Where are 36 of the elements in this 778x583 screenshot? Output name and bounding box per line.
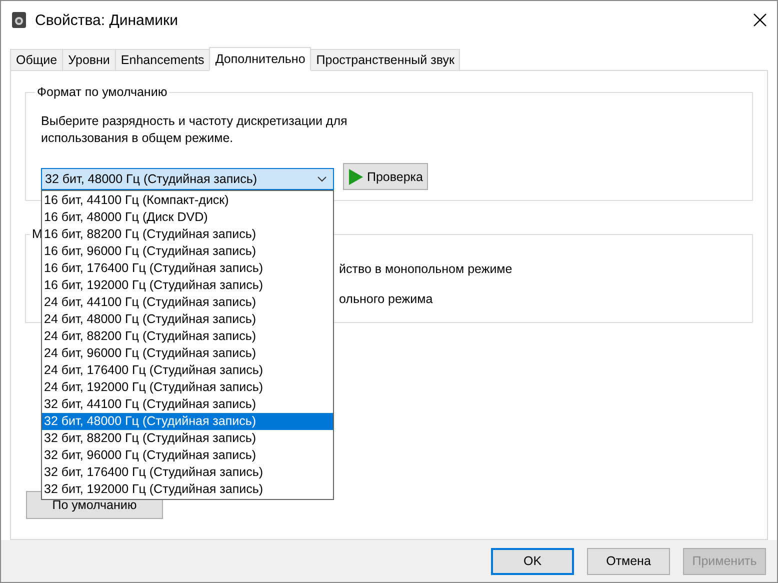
tab[interactable]: Пространственный звук bbox=[310, 49, 460, 70]
dropdown-option[interactable]: 32 бит, 96000 Гц (Студийная запись) bbox=[42, 447, 333, 464]
dropdown-option[interactable]: 16 бит, 88200 Гц (Студийная запись) bbox=[42, 226, 333, 243]
test-button[interactable]: Проверка bbox=[343, 163, 428, 190]
dialog-button[interactable]: OK bbox=[491, 548, 574, 574]
dropdown-option[interactable]: 24 бит, 96000 Гц (Студийная запись) bbox=[42, 345, 333, 362]
dropdown-option[interactable]: 32 бит, 88200 Гц (Студийная запись) bbox=[42, 430, 333, 447]
dialog-button[interactable]: Отмена bbox=[587, 548, 670, 574]
dropdown-option[interactable]: 24 бит, 176400 Гц (Студийная запись) bbox=[42, 362, 333, 379]
dropdown-option[interactable]: 32 бит, 48000 Гц (Студийная запись) bbox=[42, 413, 333, 430]
dropdown-option[interactable]: 24 бит, 88200 Гц (Студийная запись) bbox=[42, 328, 333, 345]
dropdown-option[interactable]: 24 бит, 44100 Гц (Студийная запись) bbox=[42, 294, 333, 311]
option-label: йство в монопольном режиме bbox=[339, 261, 514, 278]
format-dropdown[interactable]: 32 бит, 48000 Гц (Студийная запись) bbox=[41, 168, 334, 190]
tab[interactable]: Enhancements bbox=[114, 49, 210, 70]
dropdown-option[interactable]: 24 бит, 192000 Гц (Студийная запись) bbox=[42, 379, 333, 396]
group-title: Формат по умолчанию bbox=[36, 85, 168, 99]
tab[interactable]: Уровни bbox=[62, 49, 116, 70]
dropdown-option[interactable]: 16 бит, 96000 Гц (Студийная запись) bbox=[42, 243, 333, 260]
window-title: Свойства: Динамики bbox=[35, 12, 179, 28]
dropdown-option[interactable]: 32 бит, 176400 Гц (Студийная запись) bbox=[42, 464, 333, 481]
play-icon bbox=[348, 168, 364, 186]
speaker-icon bbox=[11, 11, 27, 29]
dropdown-option[interactable]: 24 бит, 48000 Гц (Студийная запись) bbox=[42, 311, 333, 328]
close-icon[interactable] bbox=[753, 13, 767, 27]
description-text: Выберите разрядность и частоту дискретизации для bbox=[41, 113, 348, 130]
option-label: ольного режима bbox=[339, 291, 434, 308]
dropdown-option[interactable]: 16 бит, 44100 Гц (Компакт-диск) bbox=[42, 192, 333, 209]
dropdown-option[interactable]: 16 бит, 176400 Гц (Студийная запись) bbox=[42, 260, 333, 277]
tab[interactable]: Дополнительно bbox=[209, 47, 312, 71]
dropdown-option[interactable]: 16 бит, 192000 Гц (Студийная запись) bbox=[42, 277, 333, 294]
tab[interactable]: Общие bbox=[10, 49, 64, 70]
dropdown-option[interactable]: 16 бит, 48000 Гц (Диск DVD) bbox=[42, 209, 333, 226]
description-text: использования в общем режиме. bbox=[41, 130, 234, 147]
dropdown-option[interactable]: 32 бит, 44100 Гц (Студийная запись) bbox=[42, 396, 333, 413]
chevron-down-icon bbox=[317, 176, 327, 182]
